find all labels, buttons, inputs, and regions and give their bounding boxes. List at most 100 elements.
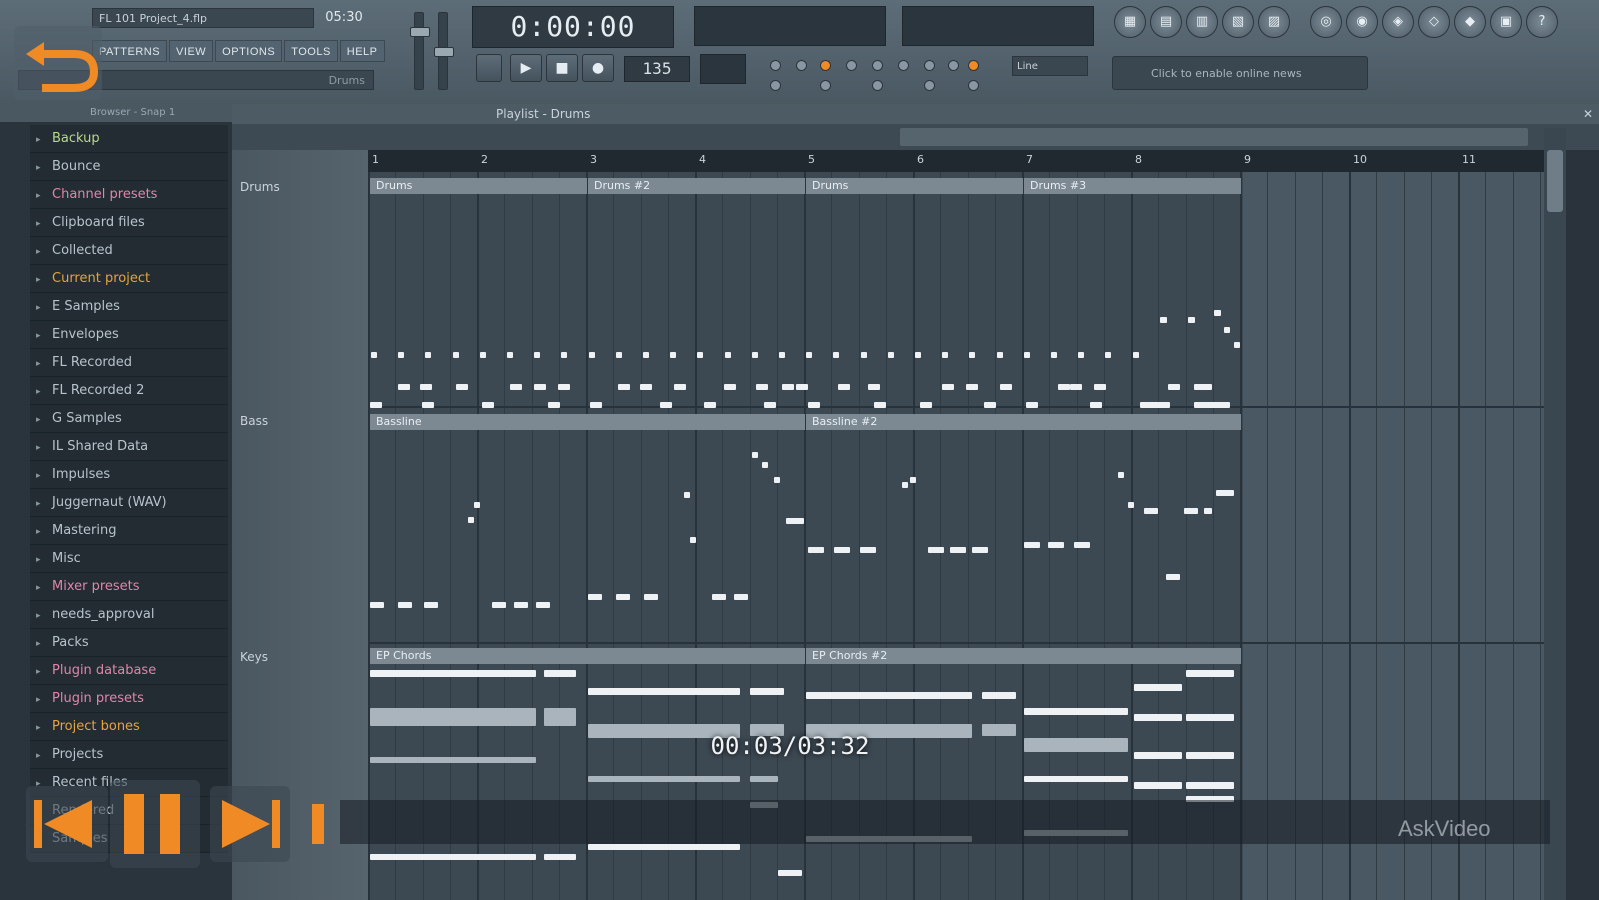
browser-folder[interactable]: ▸ FL Recorded — [30, 349, 228, 377]
track-name-drums[interactable]: Drums — [240, 180, 280, 194]
note-block — [1070, 384, 1082, 390]
snap-option-dot-active[interactable] — [820, 60, 831, 71]
browser-folder[interactable]: ▸ Mixer presets — [30, 573, 228, 601]
ruler-bar-number: 7 — [1026, 153, 1033, 166]
folder-icon: ▸ — [36, 359, 41, 369]
browser-folder-label: E Samples — [52, 299, 120, 314]
playlist-grid[interactable]: Drums Drums #2 Drums Drums #3 Bassline Bassli… — [368, 172, 1544, 900]
snap-option-dot[interactable] — [796, 60, 807, 71]
browser-folder[interactable]: ▸ Plugin presets — [30, 685, 228, 713]
pattern-clip[interactable]: EP Chords — [370, 648, 806, 664]
snap-option-dot[interactable] — [820, 80, 831, 91]
menu-help[interactable]: HELP — [339, 40, 385, 62]
browser-folder[interactable]: ▸ Project bones — [30, 713, 228, 741]
browser-window-icon[interactable]: ▧ — [1222, 6, 1254, 38]
video-progress-fill[interactable] — [312, 804, 324, 844]
browser-folder[interactable]: ▸ E Samples — [30, 293, 228, 321]
pattern-clip[interactable]: Drums — [806, 178, 1024, 194]
snap-option-dot[interactable] — [770, 80, 781, 91]
pattern-selector[interactable] — [700, 54, 746, 84]
tempo-display[interactable]: 135 — [624, 56, 690, 82]
browser-folder[interactable]: ▸ Misc — [30, 545, 228, 573]
online-news-box[interactable]: Click to enable online news — [1112, 56, 1368, 90]
pattern-clip[interactable]: Drums #2 — [588, 178, 806, 194]
skip-back-button[interactable] — [26, 786, 108, 862]
browser-folder[interactable]: ▸ Packs — [30, 629, 228, 657]
render-icon[interactable]: ◆ — [1454, 6, 1486, 38]
pattern-clip[interactable]: Bassline #2 — [806, 414, 1242, 430]
browser-folder[interactable]: ▸ Clipboard files — [30, 209, 228, 237]
snap-select[interactable]: Line — [1012, 56, 1088, 76]
folder-icon: ▸ — [36, 163, 41, 173]
browser-folder[interactable]: ▸ Impulses — [30, 461, 228, 489]
folder-icon: ▸ — [36, 723, 41, 733]
note-block — [751, 352, 758, 358]
menu-patterns[interactable]: PATTERNS — [92, 40, 168, 62]
track-name-bass[interactable]: Bass — [240, 414, 268, 428]
help-icon[interactable]: ? — [1526, 6, 1558, 38]
export-icon[interactable]: ◇ — [1418, 6, 1450, 38]
pattern-clip[interactable]: Drums #3 — [1024, 178, 1242, 194]
playlist-window-icon[interactable]: ▦ — [1114, 6, 1146, 38]
browser-folder[interactable]: ▸ Juggernaut (WAV) — [30, 489, 228, 517]
pattern-clip[interactable]: EP Chords #2 — [806, 648, 1242, 664]
browser-folder[interactable]: ▸ G Samples — [30, 405, 228, 433]
note-block — [982, 724, 1016, 736]
snap-option-dot[interactable] — [872, 60, 883, 71]
master-volume-slider[interactable] — [410, 12, 430, 90]
plugin-picker-icon[interactable]: ◎ — [1310, 6, 1342, 38]
note-block — [778, 870, 802, 876]
note-block — [724, 352, 731, 358]
browser-folder[interactable]: ▸ Channel presets — [30, 181, 228, 209]
browser-folder[interactable]: ▸ Current project — [30, 265, 228, 293]
browser-folder[interactable]: ▸ Mastering — [30, 517, 228, 545]
vertical-scrollbar[interactable] — [1544, 128, 1566, 900]
browser-folder[interactable]: ▸ Envelopes — [30, 321, 228, 349]
snap-option-dot[interactable] — [872, 80, 883, 91]
pattern-clip[interactable]: Bassline — [370, 414, 806, 430]
snap-option-dot[interactable] — [924, 60, 935, 71]
snap-option-dot[interactable] — [846, 60, 857, 71]
note-block — [833, 352, 840, 358]
pattern-song-toggle[interactable] — [476, 54, 502, 82]
vertical-scrollbar-thumb[interactable] — [1547, 150, 1563, 212]
pause-button[interactable] — [110, 780, 200, 868]
snap-option-dot[interactable] — [898, 60, 909, 71]
skip-forward-button[interactable] — [210, 786, 290, 862]
snap-option-dot[interactable] — [770, 60, 781, 71]
menu-view[interactable]: VIEW — [169, 40, 214, 62]
snap-option-dot[interactable] — [948, 60, 959, 71]
menu-tools[interactable]: TOOLS — [284, 40, 338, 62]
browser-folder[interactable]: ▸ Collected — [30, 237, 228, 265]
close-icon[interactable]: ✕ — [1583, 104, 1593, 124]
stop-button[interactable]: ■ — [546, 54, 578, 82]
browser-folder[interactable]: ▸ needs_approval — [30, 601, 228, 629]
snap-option-dot[interactable] — [924, 80, 935, 91]
browser-folder[interactable]: ▸ Bounce — [30, 153, 228, 181]
browser-folder[interactable]: ▸ Backup — [30, 125, 228, 153]
note-block — [982, 692, 1016, 699]
track-name-keys[interactable]: Keys — [240, 650, 268, 664]
save-icon[interactable]: ▣ — [1490, 6, 1522, 38]
snap-option-dot[interactable] — [968, 80, 979, 91]
master-pitch-slider[interactable] — [434, 12, 454, 90]
step-sequencer-icon[interactable]: ▤ — [1150, 6, 1182, 38]
browser-folder[interactable]: ▸ FL Recorded 2 — [30, 377, 228, 405]
play-button[interactable]: ▶ — [510, 54, 542, 82]
project-info-icon[interactable]: ◉ — [1346, 6, 1378, 38]
undo-icon[interactable] — [14, 26, 102, 100]
mixer-window-icon[interactable]: ▨ — [1258, 6, 1290, 38]
playlist-horizontal-scrollbar[interactable] — [900, 128, 1528, 146]
browser-folder[interactable]: ▸ Plugin database — [30, 657, 228, 685]
tempo-tap-icon[interactable]: ◈ — [1382, 6, 1414, 38]
empty-arrangement-area[interactable] — [1243, 172, 1544, 900]
record-button[interactable]: ● — [582, 54, 614, 82]
piano-roll-icon[interactable]: ▥ — [1186, 6, 1218, 38]
pattern-clip[interactable]: Drums — [370, 178, 588, 194]
menu-options[interactable]: OPTIONS — [215, 40, 283, 62]
note-block — [548, 402, 560, 408]
timeline-ruler[interactable]: 1 2 3 4 5 6 7 8 9 10 11 — [368, 150, 1544, 172]
browser-folder[interactable]: ▸ Projects — [30, 741, 228, 769]
browser-folder[interactable]: ▸ IL Shared Data — [30, 433, 228, 461]
snap-option-dot-active[interactable] — [968, 60, 979, 71]
